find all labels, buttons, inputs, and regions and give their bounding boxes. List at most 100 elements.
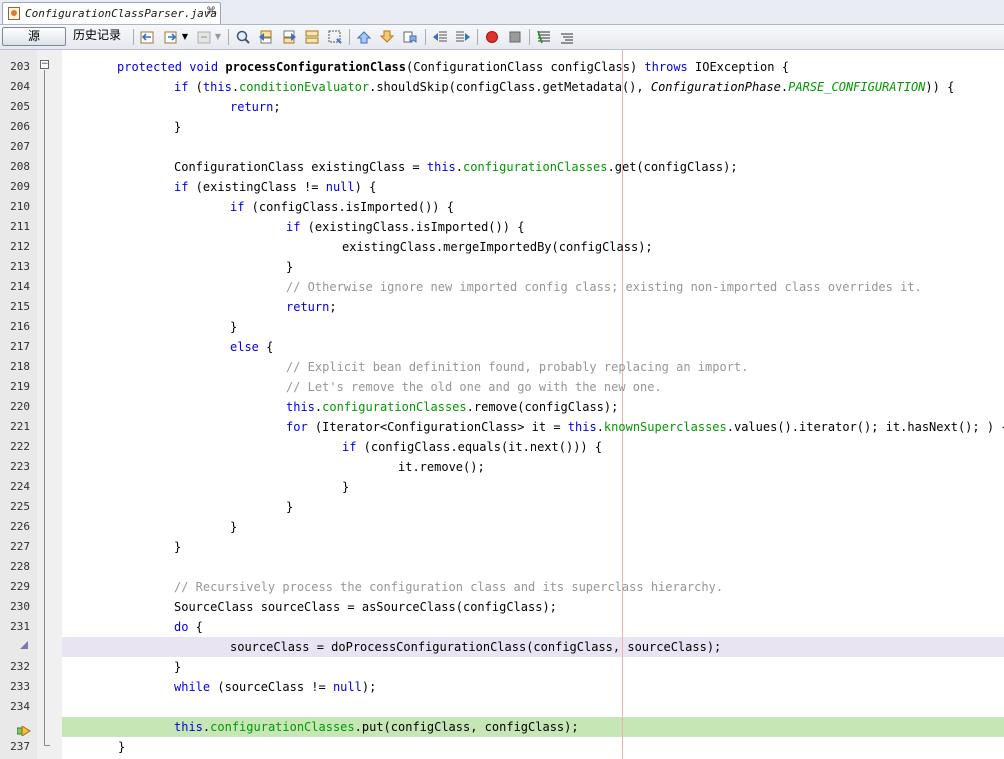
- line-number: 228: [10, 560, 30, 573]
- chevron-down-icon[interactable]: ▼: [180, 28, 190, 46]
- line-number: 225: [10, 500, 30, 513]
- forward-dropdown-icon[interactable]: [162, 28, 180, 46]
- back-icon[interactable]: [138, 28, 156, 46]
- fold-guide-line: [44, 70, 45, 746]
- uncomment-icon[interactable]: [558, 28, 576, 46]
- toolbar-separator: [349, 29, 350, 45]
- line-number: 214: [10, 280, 30, 293]
- editor-toolbar: 源 历史记录 ▼ ▼: [0, 25, 1004, 50]
- line-number: 220: [10, 400, 30, 413]
- editor-tab-bar: ConfigurationClassParser.java ⌘: [0, 0, 1004, 25]
- line-number: 224: [10, 480, 30, 493]
- line-number: 221: [10, 420, 30, 433]
- find-prev-icon[interactable]: [257, 28, 275, 46]
- line-number: 209: [10, 180, 30, 193]
- toolbar-separator: [425, 29, 426, 45]
- fold-collapse-icon[interactable]: −: [40, 60, 49, 69]
- line-number: 234: [10, 700, 30, 713]
- toggle-highlight-icon[interactable]: [303, 28, 321, 46]
- line-number: 227: [10, 540, 30, 553]
- code-line: }: [174, 540, 182, 554]
- code-line: }: [230, 320, 238, 334]
- shift-right-icon[interactable]: [454, 28, 472, 46]
- line-number: 215: [10, 300, 30, 313]
- line-number: 218: [10, 360, 30, 373]
- code-line: if (this.conditionEvaluator.shouldSkip(c…: [174, 80, 955, 94]
- code-line: }: [174, 120, 182, 134]
- code-line: protected void processConfigurationClass…: [117, 60, 789, 74]
- code-line: SourceClass sourceClass = asSourceClass(…: [174, 600, 557, 614]
- line-number: 216: [10, 320, 30, 333]
- line-number: 212: [10, 240, 30, 253]
- comment-icon[interactable]: [535, 28, 553, 46]
- code-line: if (configClass.isImported()) {: [230, 200, 454, 214]
- current-pc-arrow-icon[interactable]: [16, 721, 31, 737]
- code-line: if (existingClass != null) {: [174, 180, 377, 194]
- file-tab[interactable]: ConfigurationClassParser.java ⌘: [2, 2, 221, 24]
- code-line: sourceClass = doProcessConfigurationClas…: [230, 640, 722, 654]
- code-line: else {: [230, 340, 274, 354]
- code-line: }: [118, 740, 126, 754]
- line-number: 207: [10, 140, 30, 153]
- code-line: do {: [174, 620, 203, 634]
- source-view-button[interactable]: 源: [2, 27, 66, 46]
- line-number: 233: [10, 680, 30, 693]
- code-line: it.remove();: [398, 460, 485, 474]
- toolbar-separator: [228, 29, 229, 45]
- code-comment: // Explicit bean definition found, proba…: [286, 360, 749, 374]
- code-line: while (sourceClass != null);: [174, 680, 377, 694]
- code-line: if (configClass.equals(it.next())) {: [342, 440, 603, 454]
- history-view-button[interactable]: 历史记录: [68, 27, 126, 46]
- code-line: return;: [286, 300, 337, 314]
- find-icon[interactable]: [234, 28, 252, 46]
- find-next-icon[interactable]: [280, 28, 298, 46]
- code-line: this.configurationClasses.put(configClas…: [174, 720, 579, 734]
- code-line: }: [342, 480, 350, 494]
- code-line: this.configurationClasses.remove(configC…: [286, 400, 619, 414]
- line-number: 230: [10, 600, 30, 613]
- fold-column: [37, 50, 63, 759]
- line-number: 204: [10, 80, 30, 93]
- line-number: 208: [10, 160, 30, 173]
- code-comment: // Recursively process the configuration…: [174, 580, 724, 594]
- next-bookmark-icon[interactable]: [378, 28, 396, 46]
- line-number: 223: [10, 460, 30, 473]
- code-comment: // Let's remove the old one and go with …: [286, 380, 662, 394]
- code-line: existingClass.mergeImportedBy(configClas…: [342, 240, 653, 254]
- line-number: 213: [10, 260, 30, 273]
- code-line: ConfigurationClass existingClass = this.…: [174, 160, 738, 174]
- prev-bookmark-icon[interactable]: [355, 28, 373, 46]
- line-number: 203: [10, 60, 30, 73]
- code-line: for (Iterator<ConfigurationClass> it = t…: [286, 420, 1004, 434]
- fold-guide-end: [44, 745, 50, 746]
- toolbar-separator: [477, 29, 478, 45]
- code-line: return;: [230, 100, 281, 114]
- disabled-nav-icon: [195, 28, 213, 46]
- line-number: 205: [10, 100, 30, 113]
- close-tab-icon[interactable]: ⌘: [206, 6, 216, 17]
- line-number: 222: [10, 440, 30, 453]
- line-number: 237: [10, 740, 30, 753]
- toolbar-separator: [529, 29, 530, 45]
- line-number: 219: [10, 380, 30, 393]
- annotation-marker-icon[interactable]: [20, 641, 28, 649]
- code-line: }: [174, 660, 182, 674]
- stop-macro-icon[interactable]: [506, 28, 524, 46]
- code-line: }: [286, 260, 294, 274]
- code-comment: // Otherwise ignore new imported config …: [286, 280, 922, 294]
- line-number: 231: [10, 620, 30, 633]
- line-number: 217: [10, 340, 30, 353]
- line-number: 232: [10, 660, 30, 673]
- line-number: 211: [10, 220, 30, 233]
- line-number: 210: [10, 200, 30, 213]
- line-number: 206: [10, 120, 30, 133]
- shift-left-icon[interactable]: [431, 28, 449, 46]
- code-line: }: [286, 500, 294, 514]
- find-selection-icon[interactable]: [326, 28, 344, 46]
- tab-title: ConfigurationClassParser.java: [25, 7, 218, 20]
- toggle-bookmark-icon[interactable]: [401, 28, 419, 46]
- line-number: 226: [10, 520, 30, 533]
- toolbar-separator: [133, 29, 134, 45]
- start-macro-icon[interactable]: [483, 28, 501, 46]
- code-line: }: [230, 520, 238, 534]
